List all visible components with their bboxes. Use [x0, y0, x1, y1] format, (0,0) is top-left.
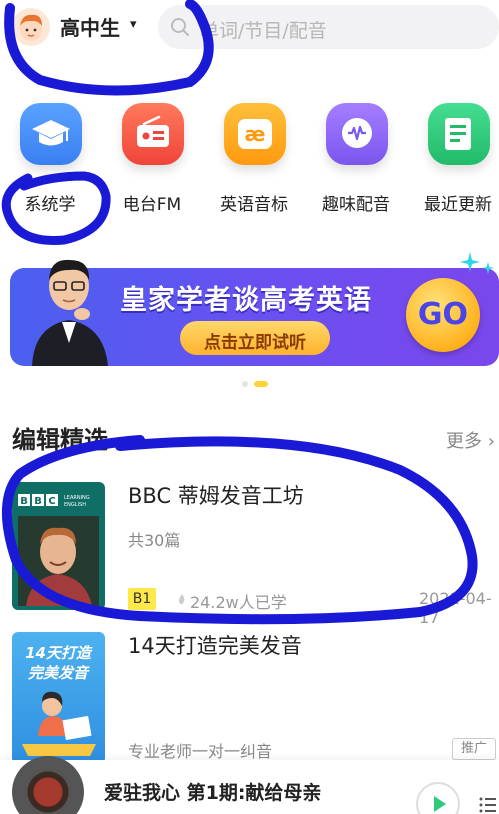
category-phonetics[interactable]: æ 英语音标	[204, 98, 304, 218]
svg-text:B: B	[34, 496, 42, 507]
course-count: 共30篇	[128, 531, 181, 550]
soundwave-chat-icon	[326, 103, 388, 165]
section-title: 编辑精选	[12, 426, 108, 454]
svg-text:æ: æ	[245, 122, 266, 146]
carousel-dot[interactable]	[242, 381, 248, 387]
course-title: BBC 蒂姆发音工坊	[128, 484, 304, 508]
search-bar[interactable]: 单词/节目/配音	[158, 5, 499, 49]
category-label: 英语音标	[220, 195, 288, 215]
promo-banner[interactable]: 皇家学者谈高考英语 点击立即试听 GO	[10, 248, 499, 366]
banner-title: 皇家学者谈高考英语	[120, 285, 372, 316]
learners-flame-icon	[179, 594, 185, 604]
category-label: 趣味配音	[322, 195, 390, 215]
svg-text:ENGLISH: ENGLISH	[64, 502, 86, 508]
learner-count: 24.2w人已学	[190, 593, 287, 612]
section-more-link[interactable]: 更多 ›	[446, 427, 495, 453]
course-title: 14天打造完美发音	[128, 634, 302, 658]
banner-go-button[interactable]: GO	[406, 278, 480, 352]
svg-text:14天打造: 14天打造	[25, 644, 93, 662]
promoted-tag: 推广	[452, 738, 496, 760]
play-button[interactable]	[416, 782, 460, 814]
publish-date: 2021-04-17	[419, 589, 492, 627]
grade-selector-label[interactable]: 高中生	[60, 12, 120, 41]
category-grid: 系统学 电台FM æ 英语音标 趣味配音 最近更新	[0, 98, 499, 228]
now-playing-title: 爱驻我心 第1期:献给母亲	[104, 782, 322, 804]
category-radio-fm[interactable]: 电台FM	[102, 98, 202, 218]
sparkle-icon	[460, 252, 494, 274]
playlist-icon[interactable]	[478, 796, 496, 814]
now-playing-disc	[12, 756, 84, 814]
user-avatar[interactable]	[12, 8, 50, 46]
top-bar: 高中生 ▾ 单词/节目/配音	[0, 0, 499, 60]
category-label: 系统学	[24, 195, 76, 215]
presenter-illustration	[24, 248, 114, 366]
graduation-cap-icon	[20, 103, 82, 165]
course-subtitle: 专业老师一对一纠音	[128, 742, 273, 761]
phonetic-ae-icon: æ	[224, 103, 286, 165]
category-label: 最近更新	[424, 195, 492, 215]
avatar-face-icon	[20, 14, 42, 41]
banner-listen-button[interactable]: 点击立即试听	[180, 321, 330, 355]
banner-go-label: GO	[417, 297, 469, 332]
course-thumbnail: B B C LEARNING ENGLISH	[12, 482, 105, 610]
carousel-indicator	[240, 381, 280, 389]
banner-listen-label: 点击立即试听	[204, 333, 306, 353]
svg-text:B: B	[20, 496, 28, 507]
svg-text:完美发音: 完美发音	[28, 664, 90, 682]
course-thumbnail: 14天打造 完美发音	[12, 632, 105, 764]
category-label: 电台FM	[122, 195, 182, 215]
search-placeholder: 单词/节目/配音	[200, 20, 327, 42]
chevron-down-icon[interactable]: ▾	[130, 17, 137, 32]
category-system-learning[interactable]: 系统学	[0, 98, 100, 218]
level-badge: B1	[128, 588, 156, 610]
play-icon	[434, 796, 446, 812]
svg-text:C: C	[48, 496, 55, 507]
list-item[interactable]: B B C LEARNING ENGLISH BBC 蒂姆发音工坊 共30篇 B…	[0, 478, 499, 627]
radio-icon	[122, 103, 184, 165]
carousel-dot-active[interactable]	[254, 381, 268, 387]
category-fun-dubbing[interactable]: 趣味配音	[306, 98, 406, 218]
mini-player[interactable]: 爱驻我心 第1期:献给母亲	[0, 756, 499, 814]
list-item[interactable]: 14天打造 完美发音 14天打造完美发音 专业老师一对一纠音 推广	[0, 628, 499, 764]
svg-text:LEARNING: LEARNING	[64, 495, 90, 501]
search-icon	[171, 18, 189, 36]
category-recent-updates[interactable]: 最近更新	[408, 98, 499, 218]
document-icon	[428, 103, 490, 165]
